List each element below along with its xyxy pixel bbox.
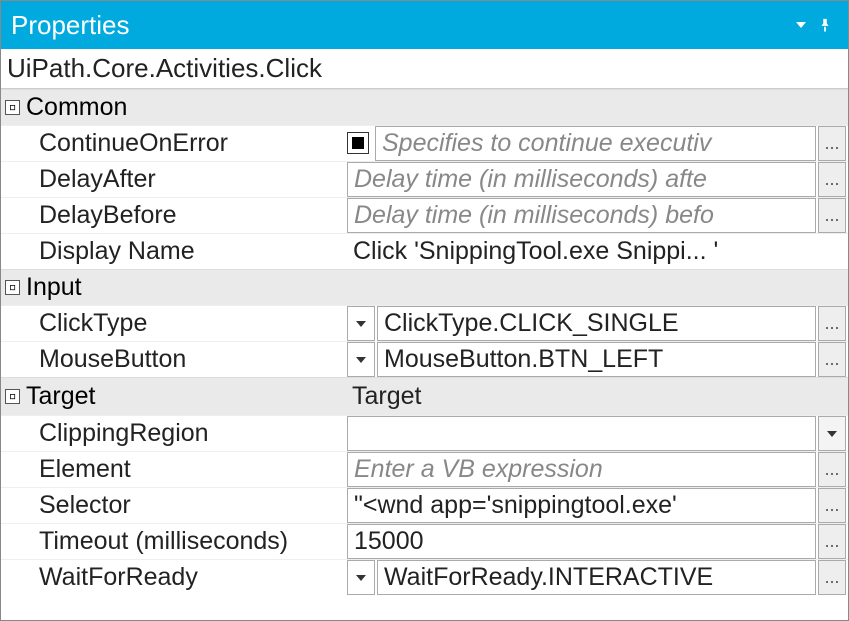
ellipsis-button[interactable]: ... <box>818 452 846 487</box>
input-element[interactable]: Enter a VB expression <box>347 452 816 487</box>
dropdown-button[interactable] <box>347 342 375 377</box>
row-wait-for-ready: WaitForReady WaitForReady.INTERACTIVE ..… <box>1 559 848 595</box>
label-mouse-button: MouseButton <box>1 342 347 377</box>
row-timeout: Timeout (milliseconds) 15000 ... <box>1 523 848 559</box>
ellipsis-button[interactable]: ... <box>818 306 846 341</box>
dropdown-icon[interactable] <box>790 22 812 28</box>
value-display-name[interactable]: Click 'SnippingTool.exe Snippi... ' <box>347 234 846 269</box>
ellipsis-button[interactable]: ... <box>818 126 846 161</box>
section-title: Target <box>26 382 350 411</box>
dropdown-button[interactable] <box>818 416 846 451</box>
input-click-type[interactable]: ClickType.CLICK_SINGLE <box>377 306 816 341</box>
label-wait-for-ready: WaitForReady <box>1 560 347 595</box>
dropdown-button[interactable] <box>347 306 375 341</box>
row-click-type: ClickType ClickType.CLICK_SINGLE ... <box>1 305 848 341</box>
label-timeout: Timeout (milliseconds) <box>1 524 347 559</box>
row-continue-on-error: ContinueOnError Specifies to continue ex… <box>1 125 848 161</box>
ellipsis-button[interactable]: ... <box>818 198 846 233</box>
input-timeout[interactable]: 15000 <box>347 524 816 559</box>
label-delay-before: DelayBefore <box>1 198 347 233</box>
section-header-input[interactable]: ▫ Input <box>1 269 848 305</box>
ellipsis-button[interactable]: ... <box>818 524 846 559</box>
section-title: Input <box>26 273 82 302</box>
activity-type-label: UiPath.Core.Activities.Click <box>1 49 848 89</box>
input-continue-on-error[interactable]: Specifies to continue executiv <box>375 126 816 161</box>
pin-icon[interactable] <box>812 18 838 32</box>
checkbox-continue-on-error[interactable] <box>347 132 369 154</box>
row-clipping-region: ClippingRegion <box>1 415 848 451</box>
row-element: Element Enter a VB expression ... <box>1 451 848 487</box>
dropdown-button[interactable] <box>347 560 375 595</box>
input-selector[interactable]: "<wnd app='snippingtool.exe' <box>347 488 816 523</box>
row-delay-after: DelayAfter Delay time (in milliseconds) … <box>1 161 848 197</box>
collapse-icon[interactable]: ▫ <box>5 100 20 115</box>
ellipsis-button[interactable]: ... <box>818 560 846 595</box>
label-click-type: ClickType <box>1 306 347 341</box>
label-element: Element <box>1 452 347 487</box>
collapse-icon[interactable]: ▫ <box>5 389 20 404</box>
section-title: Common <box>26 93 127 122</box>
panel-titlebar: Properties <box>1 1 848 49</box>
label-continue-on-error: ContinueOnError <box>1 126 347 161</box>
input-delay-after[interactable]: Delay time (in milliseconds) afte <box>347 162 816 197</box>
row-delay-before: DelayBefore Delay time (in milliseconds)… <box>1 197 848 233</box>
label-clipping-region: ClippingRegion <box>1 416 347 451</box>
panel-title: Properties <box>11 10 130 41</box>
label-delay-after: DelayAfter <box>1 162 347 197</box>
ellipsis-button[interactable]: ... <box>818 488 846 523</box>
ellipsis-button[interactable]: ... <box>818 342 846 377</box>
input-mouse-button[interactable]: MouseButton.BTN_LEFT <box>377 342 816 377</box>
label-display-name: Display Name <box>1 234 347 269</box>
row-selector: Selector "<wnd app='snippingtool.exe' ..… <box>1 487 848 523</box>
row-display-name: Display Name Click 'SnippingTool.exe Sni… <box>1 233 848 269</box>
ellipsis-button[interactable]: ... <box>818 162 846 197</box>
section-header-common[interactable]: ▫ Common <box>1 89 848 125</box>
row-mouse-button: MouseButton MouseButton.BTN_LEFT ... <box>1 341 848 377</box>
input-delay-before[interactable]: Delay time (in milliseconds) befo <box>347 198 816 233</box>
value-target: Target <box>350 381 846 412</box>
section-header-target[interactable]: ▫ Target Target <box>1 377 848 415</box>
input-wait-for-ready[interactable]: WaitForReady.INTERACTIVE <box>377 560 816 595</box>
label-selector: Selector <box>1 488 347 523</box>
input-clipping-region[interactable] <box>347 416 816 451</box>
collapse-icon[interactable]: ▫ <box>5 280 20 295</box>
